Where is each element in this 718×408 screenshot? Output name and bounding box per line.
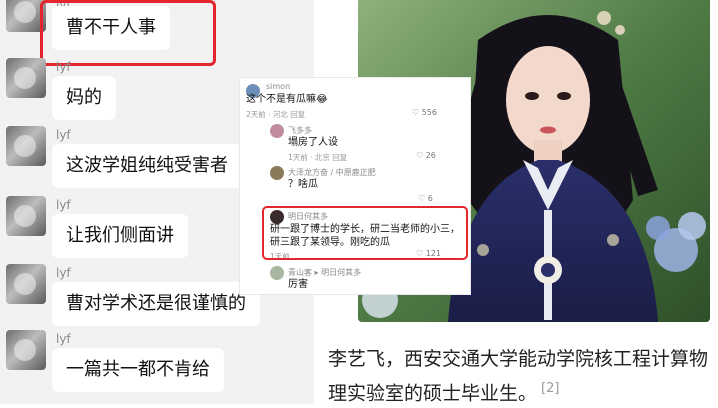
comment-user[interactable]: 青山客 ▸ 明日何其多 (288, 267, 361, 278)
chat-message[interactable]: lyf 一篇共一都不肯给 (0, 330, 314, 400)
message-sender: lyf (56, 128, 71, 142)
avatar[interactable] (6, 126, 46, 166)
highlight-box (40, 0, 216, 66)
comment-text: 厉害 (288, 279, 308, 290)
comment-user[interactable]: 大泽龙方奋 / 中原鹿正肥 (288, 167, 376, 178)
message-bubble[interactable]: 让我们侧面讲 (52, 214, 188, 258)
avatar[interactable] (6, 58, 46, 98)
highlight-box (262, 206, 468, 260)
message-bubble[interactable]: 这波学姐纯纯受害者 (52, 144, 242, 188)
avatar[interactable] (270, 166, 284, 180)
comment-user[interactable]: 飞多多 (288, 125, 312, 136)
like-count[interactable]: ♡ 26 (416, 151, 436, 160)
article-caption: 李艺飞，西安交通大学能动学院核工程计算物理实验室的硕士毕业生。 [2] (328, 344, 718, 408)
comment-text: ？啥瓜 (288, 179, 318, 190)
message-sender: lyf (56, 60, 71, 74)
comment-meta: 1天前 · 北京 回复 (288, 153, 348, 162)
message-sender: lyf (56, 332, 71, 346)
caption-text: 李艺飞，西安交通大学能动学院核工程计算物理实验室的硕士毕业生。 (328, 348, 709, 405)
avatar[interactable] (270, 124, 284, 138)
comment-user[interactable]: simon (266, 82, 290, 91)
message-bubble[interactable]: 妈的 (52, 76, 116, 120)
avatar[interactable] (270, 266, 284, 280)
comment-text: 这个不是有瓜嘛😂 (246, 94, 328, 105)
comment-screenshot: simon 这个不是有瓜嘛😂 2天前 · 河北 回复 ♡ 556 飞多多 塌房了… (240, 78, 470, 294)
message-bubble[interactable]: 曹对学术还是很谨慎的 (52, 282, 260, 326)
avatar[interactable] (6, 196, 46, 236)
avatar[interactable] (6, 330, 46, 370)
comment-text: 塌房了人设 (288, 137, 338, 148)
like-count[interactable]: ♡ 6 (418, 194, 433, 203)
like-count[interactable]: ♡ 556 (412, 108, 437, 117)
message-sender: lyf (56, 198, 71, 212)
citation-link[interactable]: [2] (541, 381, 559, 396)
message-sender: lyf (56, 266, 71, 280)
avatar[interactable] (6, 264, 46, 304)
message-bubble[interactable]: 一篇共一都不肯给 (52, 348, 224, 392)
comment-meta: 2天前 · 河北 回复 (246, 110, 306, 119)
